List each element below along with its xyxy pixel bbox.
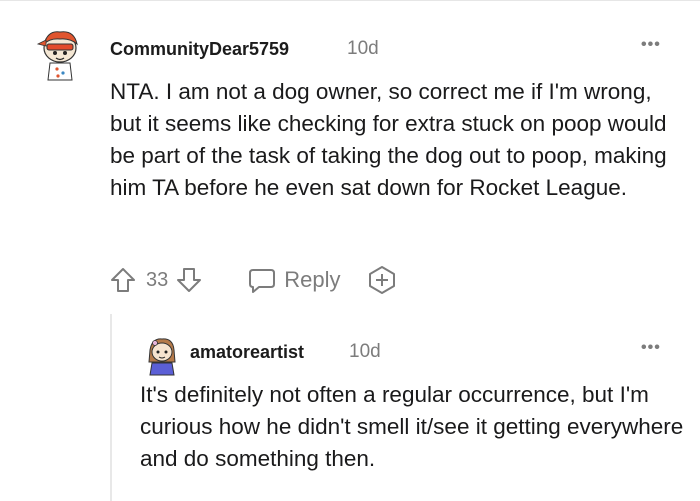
- more-options-button[interactable]: •••: [641, 36, 661, 54]
- more-dots-icon: •••: [641, 339, 661, 356]
- more-dots-icon: •••: [641, 36, 661, 53]
- reply-label: Reply: [284, 267, 341, 292]
- reply-more-options-button[interactable]: •••: [641, 339, 661, 357]
- comment-timestamp: 10d: [347, 38, 379, 59]
- avatar-illustration: [148, 338, 176, 376]
- top-divider: [0, 0, 700, 5]
- thread-line[interactable]: [110, 314, 112, 501]
- reply-button[interactable]: Reply: [246, 265, 341, 295]
- avatar-illustration: [36, 31, 78, 81]
- comment-username[interactable]: CommunityDear5759: [110, 39, 289, 60]
- vote-count: 33: [146, 268, 169, 291]
- downvote-arrow-icon[interactable]: [174, 264, 204, 296]
- reply-body: It's definitely not often a regular occu…: [140, 382, 684, 471]
- user-avatar[interactable]: [144, 336, 180, 376]
- user-avatar[interactable]: [34, 24, 86, 82]
- comment-actions: 33 Reply: [108, 262, 399, 298]
- award-plus-icon[interactable]: [365, 263, 399, 297]
- comment-body: NTA. I am not a dog owner, so correct me…: [110, 79, 667, 200]
- speech-bubble-icon: [246, 265, 278, 295]
- reply-username[interactable]: amatoreartist: [190, 342, 304, 363]
- reply-timestamp: 10d: [349, 341, 381, 362]
- upvote-arrow-icon[interactable]: [108, 264, 138, 296]
